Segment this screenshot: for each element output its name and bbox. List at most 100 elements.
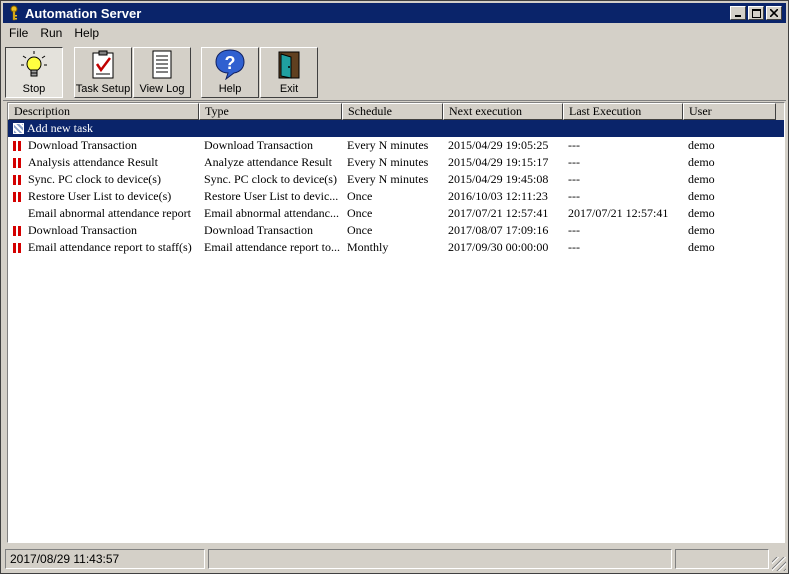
stop-button[interactable]: Stop: [5, 47, 63, 98]
cell-user: demo: [688, 172, 715, 186]
cell-last-execution: ---: [568, 240, 580, 254]
title-bar[interactable]: Automation Server: [3, 3, 786, 23]
menu-file[interactable]: File: [3, 26, 34, 40]
menu-run[interactable]: Run: [34, 26, 68, 40]
app-window: Automation Server File Run Help Stop Tas…: [0, 0, 789, 574]
cell-last-execution: ---: [568, 172, 580, 186]
svg-text:?: ?: [225, 53, 236, 73]
cell-last-execution: ---: [568, 189, 580, 203]
cell-description: Download Transaction: [28, 223, 137, 237]
cell-schedule: Every N minutes: [347, 138, 429, 152]
status-panel-extra: [675, 549, 769, 569]
table-row[interactable]: Restore User List to device(s) Restore U…: [8, 188, 784, 205]
cell-user: demo: [688, 189, 715, 203]
cell-user: demo: [688, 223, 715, 237]
cell-schedule: Once: [347, 189, 373, 203]
status-datetime: 2017/08/29 11:43:57: [5, 549, 205, 569]
cell-description: Sync. PC clock to device(s): [28, 172, 161, 186]
cell-type: Sync. PC clock to device(s): [204, 172, 337, 186]
task-icon-blank: [13, 209, 22, 219]
window-title: Automation Server: [25, 5, 142, 21]
table-row[interactable]: Email attendance report to staff(s) Emai…: [8, 239, 784, 256]
column-header-type[interactable]: Type: [199, 103, 342, 120]
column-header-user[interactable]: User: [683, 103, 776, 120]
question-bubble-icon: ?: [215, 49, 245, 80]
toolbar: Stop Task Setup View Log ? Help Exit: [3, 44, 786, 101]
cell-user: demo: [688, 240, 715, 254]
cell-schedule: Monthly: [347, 240, 389, 254]
table-row[interactable]: Email abnormal attendance report Email a…: [8, 205, 784, 222]
cell-description: Download Transaction: [28, 138, 137, 152]
cell-user: demo: [688, 206, 715, 220]
cell-type: Email abnormal attendanc...: [204, 206, 339, 220]
cell-type: Download Transaction: [204, 223, 313, 237]
clipboard-check-icon: [92, 50, 114, 79]
cell-next-execution: 2017/09/30 00:00:00: [448, 240, 549, 254]
column-header-description[interactable]: Description: [8, 103, 199, 120]
pause-icon: [13, 191, 22, 202]
cell-user: demo: [688, 138, 715, 152]
minimize-button[interactable]: [730, 6, 746, 20]
column-header-schedule[interactable]: Schedule: [342, 103, 443, 120]
menu-help[interactable]: Help: [68, 26, 105, 40]
task-setup-button[interactable]: Task Setup: [74, 47, 132, 98]
pause-icon: [13, 140, 22, 151]
cell-next-execution: 2017/08/07 17:09:16: [448, 223, 549, 237]
maximize-button[interactable]: [748, 6, 764, 20]
table-row[interactable]: Sync. PC clock to device(s) Sync. PC clo…: [8, 171, 784, 188]
close-icon: [770, 9, 778, 17]
cell-type: Restore User List to devic...: [204, 189, 339, 203]
cell-next-execution: 2016/10/03 12:11:23: [448, 189, 548, 203]
task-list[interactable]: Description Type Schedule Next execution…: [7, 102, 785, 543]
view-log-button[interactable]: View Log: [133, 47, 191, 98]
status-bar: 2017/08/29 11:43:57: [3, 547, 786, 571]
column-header-last-execution[interactable]: Last Execution: [563, 103, 683, 120]
task-setup-label: Task Setup: [75, 83, 131, 95]
help-label: Help: [218, 83, 242, 95]
cell-description: Restore User List to device(s): [28, 189, 172, 203]
cell-schedule: Once: [347, 206, 373, 220]
resize-grip[interactable]: [772, 557, 786, 571]
stop-label: Stop: [22, 83, 46, 95]
cell-schedule: Once: [347, 223, 373, 237]
cell-type: Email attendance report to...: [204, 240, 340, 254]
exit-label: Exit: [279, 83, 299, 95]
lightbulb-icon: [21, 51, 47, 77]
pause-icon: [13, 242, 22, 253]
cell-last-execution: ---: [568, 138, 580, 152]
status-panel-message: [208, 549, 672, 569]
cell-last-execution: 2017/07/21 12:57:41: [568, 206, 669, 220]
cell-description: Analysis attendance Result: [28, 155, 158, 169]
add-new-task-row[interactable]: Add new task: [8, 120, 784, 137]
pause-icon: [13, 174, 22, 185]
cell-schedule: Every N minutes: [347, 155, 429, 169]
exit-button[interactable]: Exit: [260, 47, 318, 98]
cell-type: Download Transaction: [204, 138, 313, 152]
pause-icon: [13, 157, 22, 168]
cell-next-execution: 2015/04/29 19:05:25: [448, 138, 549, 152]
cell-last-execution: ---: [568, 155, 580, 169]
table-row[interactable]: Analysis attendance Result Analyze atten…: [8, 154, 784, 171]
list-header: Description Type Schedule Next execution…: [8, 103, 784, 120]
cell-next-execution: 2017/07/21 12:57:41: [448, 206, 549, 220]
cell-user: demo: [688, 155, 715, 169]
help-button[interactable]: ? Help: [201, 47, 259, 98]
cell-description: Email abnormal attendance report: [28, 206, 191, 220]
close-button[interactable]: [766, 6, 782, 20]
view-log-label: View Log: [139, 83, 185, 95]
minimize-icon: [735, 15, 741, 17]
key-icon: [10, 5, 18, 21]
new-task-icon: [13, 123, 24, 134]
table-row[interactable]: Download Transaction Download Transactio…: [8, 222, 784, 239]
cell-type: Analyze attendance Result: [204, 155, 332, 169]
add-new-task-label: Add new task: [27, 121, 93, 135]
pause-icon: [13, 225, 22, 236]
cell-next-execution: 2015/04/29 19:45:08: [448, 172, 549, 186]
menu-bar: File Run Help: [3, 24, 786, 42]
maximize-icon: [751, 8, 761, 18]
column-header-next-execution[interactable]: Next execution: [443, 103, 563, 120]
cell-schedule: Every N minutes: [347, 172, 429, 186]
document-list-icon: [152, 50, 172, 79]
table-row[interactable]: Download Transaction Download Transactio…: [8, 137, 784, 154]
cell-next-execution: 2015/04/29 19:15:17: [448, 155, 549, 169]
